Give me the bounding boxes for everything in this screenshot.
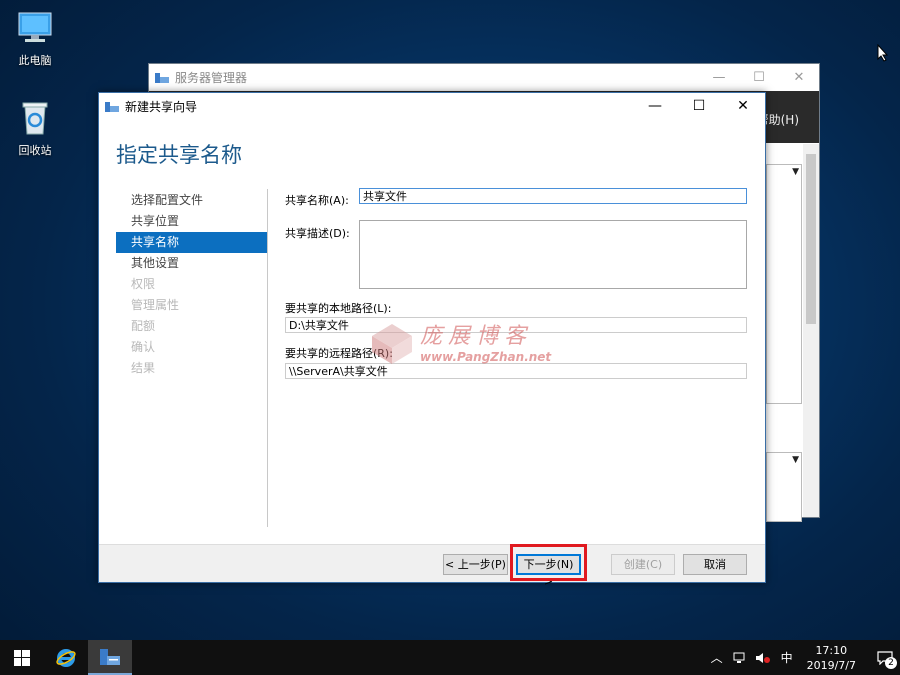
clock[interactable]: 17:10 2019/7/7 <box>807 643 856 673</box>
create-button: 创建(C) <box>611 554 675 575</box>
ime-indicator[interactable]: 中 <box>781 649 793 666</box>
wizard-app-icon <box>105 102 119 112</box>
minimize-icon[interactable]: — <box>699 70 739 85</box>
server-manager-icon <box>100 648 120 665</box>
watermark: 庞展博客 www.PangZhan.net <box>370 318 570 378</box>
prev-button[interactable]: < 上一步(P) <box>443 554 508 575</box>
nav-step-other-settings[interactable]: 其他设置 <box>116 253 268 274</box>
nav-divider <box>267 189 268 527</box>
share-name-label: 共享名称(A): <box>285 194 349 207</box>
internet-explorer-icon <box>56 648 76 667</box>
chevron-down-icon[interactable]: ▼ <box>792 167 799 177</box>
nav-step-quota: 配额 <box>131 319 156 333</box>
desktop-icon-this-pc[interactable]: 此电脑 <box>5 8 65 68</box>
minimize-icon[interactable]: — <box>633 98 677 114</box>
share-name-input[interactable]: 共享文件 <box>359 188 747 204</box>
desktop-icon-label: 此电脑 <box>18 54 52 67</box>
recycle-bin-icon <box>15 98 55 138</box>
nav-step-confirmation: 确认 <box>131 340 156 354</box>
nav-step-share-location[interactable]: 共享位置 <box>116 211 268 232</box>
dropdown-panel[interactable]: ▼ <box>766 452 802 522</box>
clock-date: 2019/7/7 <box>806 658 856 672</box>
watermark-logo-icon <box>372 324 412 364</box>
nav-step-results: 结果 <box>131 361 156 375</box>
wizard-footer: < 上一步(P) 下一步(N) > 创建(C) 取消 <box>99 544 765 588</box>
nav-step-management-properties: 管理属性 <box>131 298 180 312</box>
taskbar-server-manager[interactable] <box>88 640 132 675</box>
desktop-icon-recycle-bin[interactable]: 回收站 <box>5 98 65 158</box>
notification-count-badge: 2 <box>885 657 897 669</box>
system-tray: ︿ 中 17:10 2019/7/7 2 <box>711 640 900 675</box>
dropdown-panel[interactable]: ▼ <box>766 164 802 404</box>
close-icon[interactable]: ✕ <box>779 70 819 85</box>
local-path-label: 要共享的本地路径(L): <box>285 302 392 315</box>
computer-icon <box>15 8 55 48</box>
watermark-url: www.PangZhan.net <box>420 350 552 364</box>
mouse-cursor-icon <box>877 44 889 62</box>
clock-time: 17:10 <box>815 643 848 657</box>
wizard-step-nav: 选择配置文件 共享位置 共享名称 其他设置 权限 管理属性 配额 确认 结果 <box>116 190 268 379</box>
start-button[interactable] <box>0 640 44 675</box>
window-title: 新建共享向导 <box>125 99 198 114</box>
maximize-icon[interactable]: ☐ <box>677 98 721 114</box>
maximize-icon[interactable]: ☐ <box>739 70 779 85</box>
scrollbar-thumb[interactable] <box>806 154 816 324</box>
window-title: 服务器管理器 <box>175 70 248 85</box>
nav-step-select-profile[interactable]: 选择配置文件 <box>116 190 268 211</box>
title-bar: 新建共享向导 — ☐ ✕ <box>99 93 765 119</box>
chevron-down-icon[interactable]: ▼ <box>792 455 799 465</box>
share-desc-textarea[interactable] <box>359 220 747 289</box>
windows-logo-icon <box>14 649 30 666</box>
taskbar-internet-explorer[interactable] <box>44 640 88 675</box>
nav-step-permissions: 权限 <box>131 277 156 291</box>
title-bar: 服务器管理器 — ☐ ✕ <box>149 64 819 90</box>
network-icon[interactable] <box>733 651 747 665</box>
show-hidden-icons-chevron-icon[interactable]: ︿ <box>711 649 723 666</box>
share-desc-label: 共享描述(D): <box>285 227 350 240</box>
desktop-icon-label: 回收站 <box>18 144 52 157</box>
action-center-button[interactable]: 2 <box>870 640 900 675</box>
volume-muted-icon[interactable] <box>755 651 771 665</box>
close-icon[interactable]: ✕ <box>721 98 765 114</box>
scrollbar[interactable] <box>803 144 819 517</box>
watermark-title: 庞展博客 <box>420 324 533 349</box>
nav-step-share-name[interactable]: 共享名称 <box>116 232 268 253</box>
server-manager-icon <box>155 73 169 83</box>
page-title: 指定共享名称 <box>116 143 242 167</box>
taskbar: ︿ 中 17:10 2019/7/7 2 <box>0 640 900 675</box>
annotation-highlight-box <box>510 544 587 581</box>
cancel-button[interactable]: 取消 <box>683 554 747 575</box>
